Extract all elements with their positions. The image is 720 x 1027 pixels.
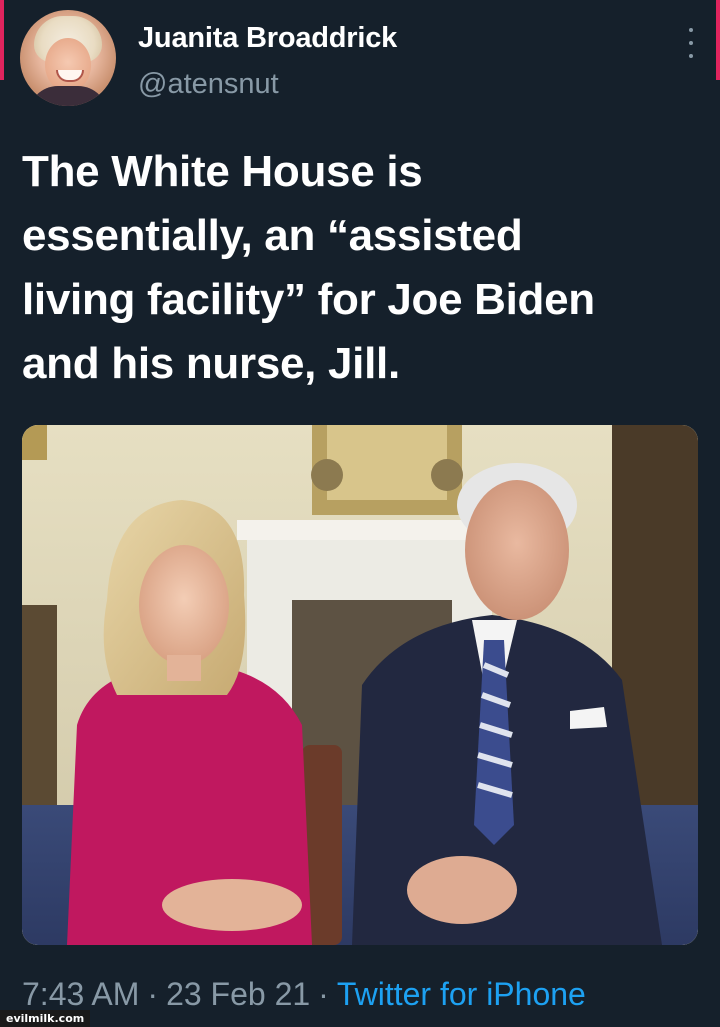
more-dot (689, 54, 693, 58)
photo-mirror (327, 425, 447, 500)
photo-woman-face (139, 545, 229, 665)
photo-woman-neck (167, 655, 201, 681)
photo-frame-left (22, 425, 47, 460)
left-accent-bar (0, 0, 4, 80)
tweet-header: Juanita Broaddrick @atensnut (20, 10, 700, 110)
photo-illustration (22, 425, 698, 945)
avatar-shirt (28, 86, 108, 106)
tweet-time[interactable]: 7:43 AM (22, 976, 139, 1013)
meta-separator: · (318, 975, 329, 1012)
tweet-media-photo[interactable] (22, 425, 698, 945)
more-dot (689, 28, 693, 32)
photo-man-hands (407, 856, 517, 924)
avatar-face (45, 38, 91, 92)
photo-ornament (431, 459, 463, 491)
meta-separator: · (147, 975, 159, 1012)
photo-woman-hands (162, 879, 302, 931)
avatar[interactable] (20, 10, 116, 106)
tweet-meta: 7:43 AM · 23 Feb 21 · Twitter for iPhone (22, 972, 586, 1016)
more-vertical-icon[interactable] (684, 28, 698, 58)
photo-mantel (237, 520, 502, 540)
right-accent-bar (716, 0, 720, 80)
photo-man-face (465, 480, 569, 620)
author-name[interactable]: Juanita Broaddrick (138, 22, 397, 55)
photo-ornament (311, 459, 343, 491)
tweet-source-link[interactable]: Twitter for iPhone (337, 976, 586, 1013)
photo-side-table (22, 605, 57, 805)
watermark: evilmilk.com (0, 1010, 91, 1027)
tweet-text: The White House is essentially, an “assi… (22, 147, 595, 388)
author-handle[interactable]: @atensnut (138, 68, 279, 101)
tweet-date[interactable]: 23 Feb 21 (166, 976, 310, 1013)
more-dot (689, 41, 693, 45)
